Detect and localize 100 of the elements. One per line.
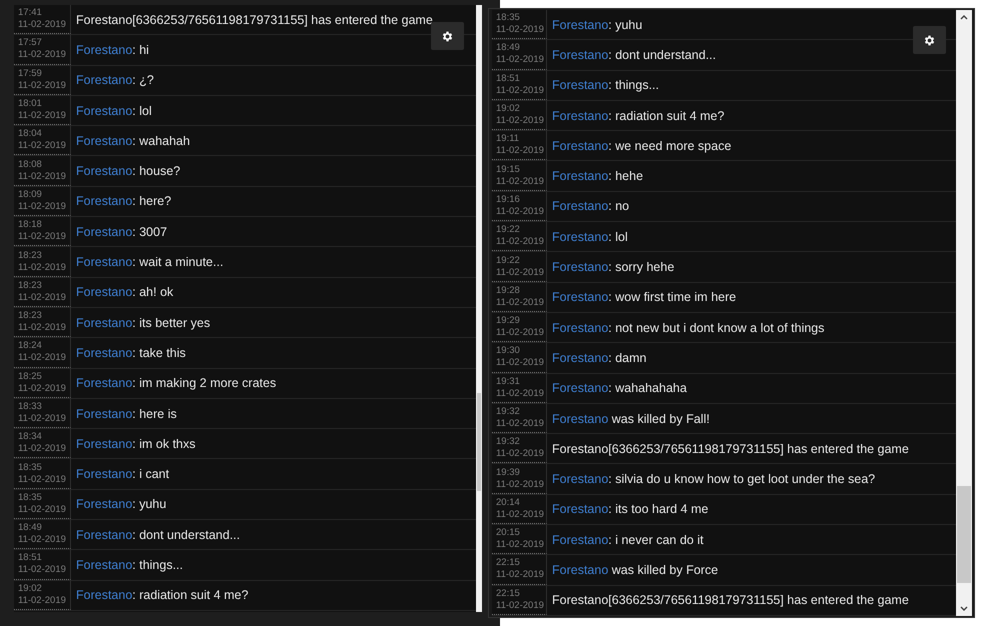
message-date: 11-02-2019 [18, 322, 67, 334]
system-message: Forestano[6366253/76561198179731155] has entered the game [76, 12, 433, 27]
message-date: 11-02-2019 [496, 24, 545, 36]
message-time: 18:09 [18, 188, 43, 201]
message-time: 19:31 [496, 376, 521, 388]
message-date: 11-02-2019 [18, 534, 67, 546]
message-time: 17:59 [18, 68, 43, 80]
chat-message: Forestano: things... [76, 558, 184, 572]
chat-message: Forestano: lol [76, 104, 152, 118]
message-time: 19:16 [496, 194, 521, 206]
chat-message: Forestano was killed by Force [552, 562, 718, 577]
message-time: 18:23 [18, 310, 43, 322]
message-date: 11-02-2019 [18, 200, 67, 213]
message-date: 11-02-2019 [18, 231, 67, 244]
message-date: 11-02-2019 [496, 115, 545, 128]
chat-message: Forestano: we need more space [552, 138, 732, 153]
chat-message: Forestano: 3007 [76, 224, 168, 239]
chat-message: Forestano: hehe [552, 169, 644, 184]
chat-message: Forestano: yuhu [552, 18, 642, 32]
message-time: 18:33 [18, 401, 43, 413]
chat-message: Forestano: damn [552, 350, 646, 365]
chat-message: Forestano: not new but i dont know a lot of things [552, 320, 824, 335]
message-date: 11-02-2019 [18, 443, 67, 456]
message-date: 11-02-2019 [18, 19, 67, 32]
message-time: 20:14 [496, 496, 521, 509]
message-date: 11-02-2019 [18, 594, 67, 607]
settings-icon [923, 34, 936, 46]
message-time: 19:15 [496, 164, 521, 176]
message-time: 19:32 [496, 436, 521, 448]
message-time: 18:49 [18, 522, 43, 534]
message-time: 18:35 [18, 462, 43, 474]
chat-message: Forestano: dont understand... [552, 48, 716, 62]
message-date: 11-02-2019 [18, 170, 67, 183]
chat-message: Forestano: here is [76, 406, 177, 420]
message-date: 11-02-2019 [496, 388, 545, 400]
system-message: Forestano[6366253/76561198179731155] has entered the game [552, 442, 909, 456]
message-time: 18:35 [496, 12, 521, 24]
chat-message: Forestano: no [552, 199, 630, 214]
chat-message: Forestano: take this [76, 346, 186, 360]
chat-message: Forestano: radiation suit 4 me? [76, 588, 248, 602]
message-time: 19:11 [496, 133, 520, 146]
message-date: 11-02-2019 [496, 478, 545, 491]
message-time: 19:02 [496, 103, 521, 116]
message-time: 18:24 [18, 340, 43, 352]
scrollbar-thumb[interactable] [477, 393, 481, 491]
scroll-down-icon[interactable] [960, 606, 968, 612]
message-date: 11-02-2019 [496, 357, 545, 370]
message-time: 19:32 [496, 406, 521, 418]
chat-message: Forestano: i never can do it [552, 532, 704, 547]
chat-message: Forestano: silvia do u know how to get loot under the sea? [552, 472, 876, 486]
chat-message: Forestano was killed by Fall! [552, 412, 710, 426]
message-time: 18:23 [18, 280, 43, 292]
message-time: 18:51 [496, 72, 521, 85]
message-time: 18:08 [18, 158, 43, 171]
message-time: 19:39 [496, 466, 521, 479]
chat-message: Forestano: its too hard 4 me [552, 502, 708, 516]
message-date: 11-02-2019 [496, 176, 545, 188]
chat-message: Forestano: its better yes [76, 316, 210, 330]
chat-message: Forestano: i cant [76, 467, 170, 482]
chat-message: Forestano: dont understand... [76, 528, 240, 542]
message-time: 17:41 [18, 7, 43, 20]
chat-message: Forestano: im making 2 more crates [76, 376, 276, 390]
message-time: 18:01 [18, 98, 43, 110]
message-date: 11-02-2019 [496, 145, 545, 158]
chat-message: Forestano: wahahahaha [552, 381, 687, 396]
message-time: 19:28 [496, 284, 521, 297]
chat-message: Forestano: house? [76, 164, 180, 178]
scrollbar[interactable] [956, 10, 972, 616]
scroll-up-icon[interactable] [960, 14, 968, 20]
scrollbar[interactable] [476, 5, 482, 612]
message-date: 11-02-2019 [496, 296, 545, 309]
message-date: 11-02-2019 [496, 539, 545, 552]
message-date: 11-02-2019 [496, 54, 545, 66]
chat-message: Forestano: radiation suit 4 me? [552, 108, 724, 123]
settings-icon [441, 30, 454, 42]
message-time: 17:57 [18, 37, 43, 50]
message-date: 11-02-2019 [18, 49, 67, 62]
message-time: 18:18 [18, 219, 43, 232]
message-date: 11-02-2019 [496, 508, 545, 521]
settings-button[interactable] [913, 26, 946, 54]
message-date: 11-02-2019 [496, 266, 545, 279]
message-time: 19:22 [496, 224, 521, 236]
message-time: 19:22 [496, 254, 521, 267]
message-date: 11-02-2019 [18, 292, 67, 304]
message-time: 18:51 [18, 552, 43, 564]
message-time: 18:49 [496, 42, 521, 54]
system-message: Forestano[6366253/76561198179731155] has entered the game [552, 593, 909, 608]
chat-message: Forestano: im ok thxs [76, 436, 196, 451]
chat-message: Forestano: yuhu [76, 497, 166, 512]
settings-button[interactable] [431, 22, 464, 50]
chat-message: Forestano: here? [76, 194, 172, 208]
message-date: 11-02-2019 [496, 206, 545, 218]
message-date: 11-02-2019 [18, 80, 67, 92]
chat-message: Forestano: things... [552, 78, 660, 92]
chat-message: Forestano: ah! ok [76, 285, 174, 300]
message-date: 11-02-2019 [496, 327, 545, 340]
message-date: 11-02-2019 [18, 110, 67, 122]
scrollbar-thumb[interactable] [957, 486, 971, 583]
message-time: 19:02 [18, 582, 43, 595]
message-date: 11-02-2019 [496, 236, 545, 248]
